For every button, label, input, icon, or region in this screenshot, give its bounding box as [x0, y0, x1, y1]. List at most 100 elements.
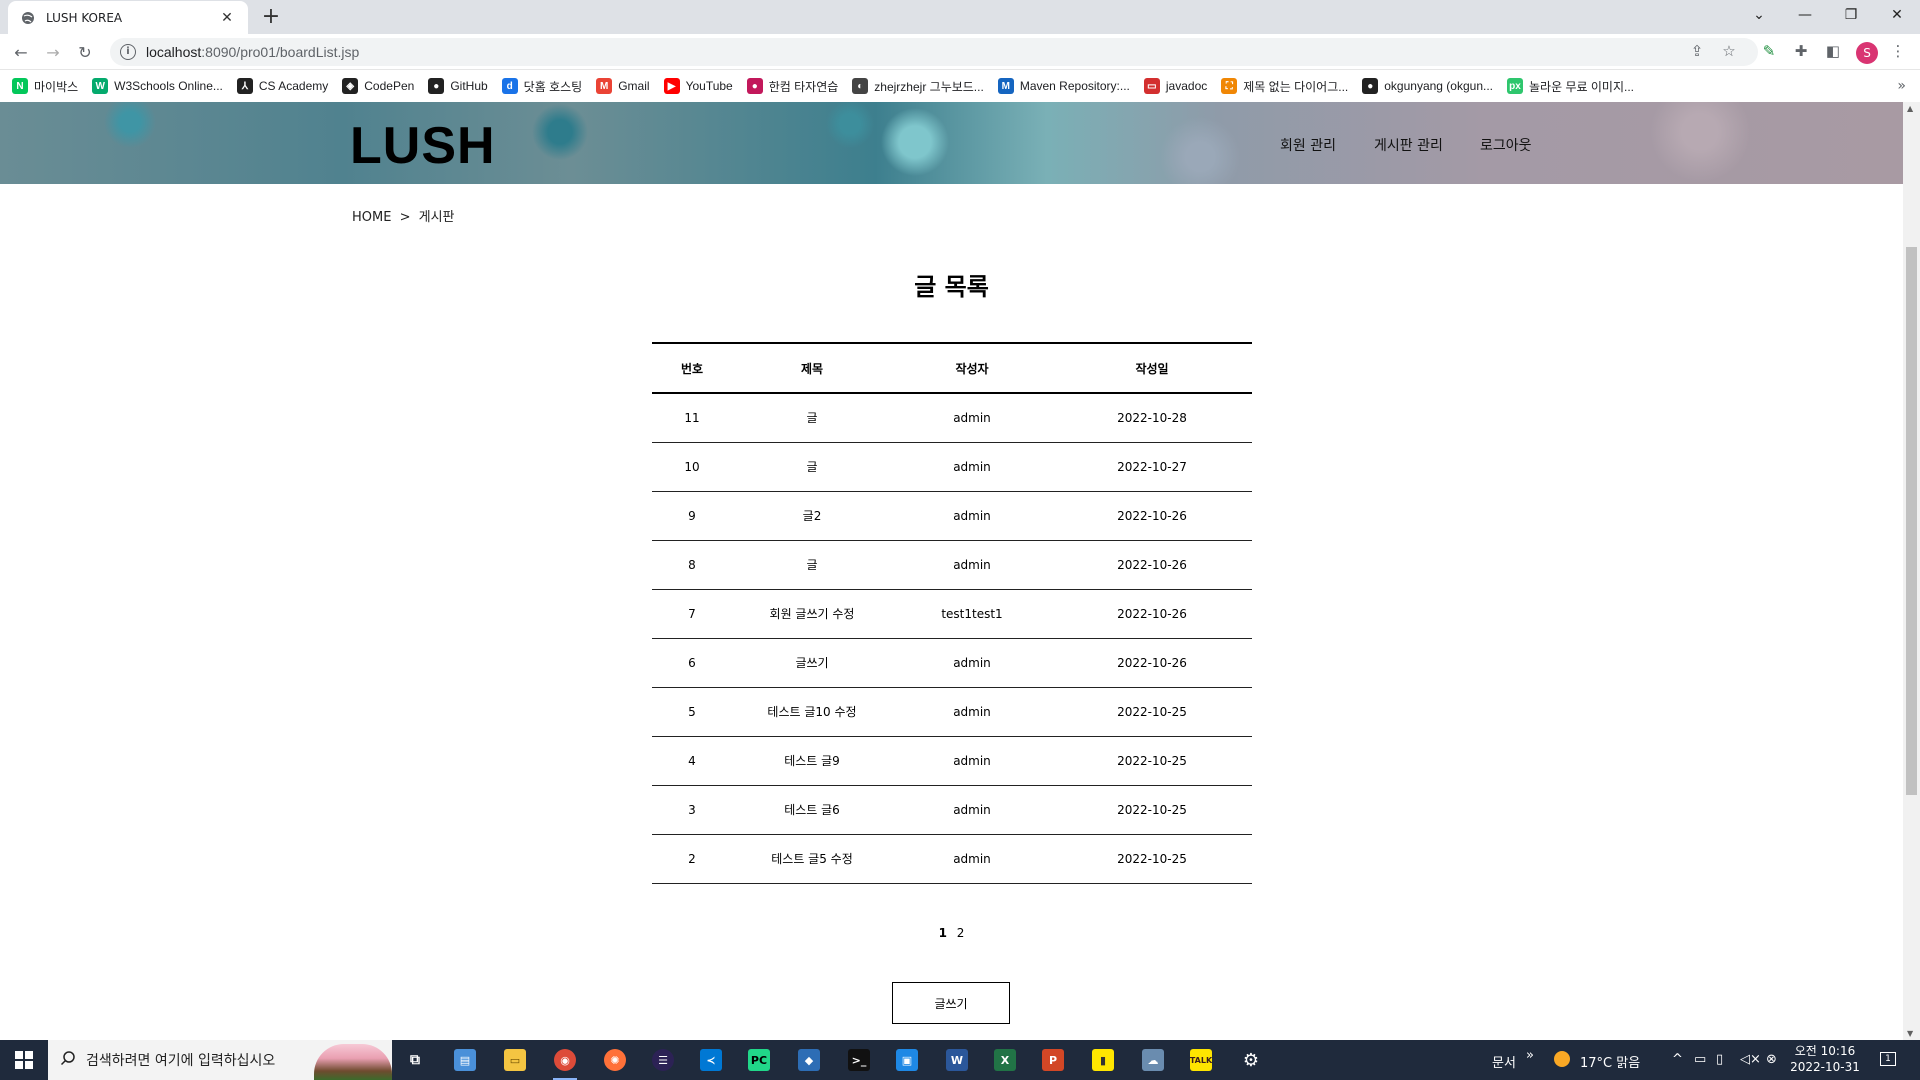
new-tab-button[interactable]: + [258, 5, 284, 29]
post-title[interactable]: 글 [732, 393, 892, 443]
sticky-notes-icon[interactable]: ▮ [1086, 1045, 1120, 1075]
tray-documents[interactable]: 문서 [1492, 1052, 1516, 1071]
url-text[interactable]: localhost:8090/pro01/boardList.jsp [146, 44, 359, 60]
page-link-1[interactable]: 1 [939, 926, 947, 940]
terminal-icon[interactable]: >_ [842, 1045, 876, 1075]
bookmark-item[interactable]: M Maven Repository:... [997, 78, 1130, 94]
post-date: 2022-10-26 [1052, 491, 1252, 541]
site-info-icon[interactable]: i [120, 44, 136, 60]
forward-icon[interactable]: → [40, 39, 66, 65]
bookmark-item[interactable]: px 놀라운 무료 이미지... [1507, 78, 1634, 95]
site-logo[interactable]: LUSH [350, 118, 496, 174]
post-title[interactable]: 글 [732, 540, 892, 590]
app-blue-icon[interactable]: ▣ [890, 1045, 924, 1075]
eclipse-icon[interactable]: ☰ [646, 1045, 680, 1075]
header-date: 작성일 [1052, 342, 1252, 394]
bookmark-item[interactable]: W W3Schools Online... [92, 78, 223, 94]
extension-icon[interactable]: ✎ [1758, 40, 1780, 62]
post-title[interactable]: 회원 글쓰기 수정 [732, 589, 892, 639]
post-title[interactable]: 테스트 글9 [732, 736, 892, 786]
minimize-icon[interactable]: — [1782, 0, 1828, 30]
close-window-icon[interactable]: ✕ [1874, 0, 1920, 30]
nav-board-admin[interactable]: 게시판 관리 [1374, 135, 1443, 155]
table-row[interactable]: 3 테스트 글6 admin 2022-10-25 [652, 785, 1252, 835]
tray-close-circle-icon[interactable]: ⊗ [1766, 1052, 1777, 1067]
menu-kebab-icon[interactable]: ⋮ [1887, 40, 1909, 62]
bookmark-item[interactable]: ● 한컴 타자연습 [746, 78, 838, 95]
settings-gear-icon[interactable]: ⚙ [1234, 1045, 1268, 1075]
post-title[interactable]: 테스트 글5 수정 [732, 834, 892, 884]
tray-overflow-icon[interactable]: ^ [1672, 1052, 1683, 1067]
breadcrumb-home[interactable]: HOME [352, 210, 391, 225]
bookmark-item[interactable]: N 마이박스 [12, 78, 78, 95]
reload-icon[interactable]: ↻ [72, 39, 98, 65]
file-explorer-icon[interactable]: ▭ [498, 1045, 532, 1075]
tab-search-icon[interactable]: ⌄ [1736, 0, 1782, 30]
back-icon[interactable]: ← [8, 39, 34, 65]
scroll-down-icon[interactable]: ▼ [1907, 1029, 1913, 1038]
chrome-icon[interactable]: ◉ [548, 1045, 582, 1080]
side-panel-icon[interactable]: ◧ [1822, 40, 1844, 62]
post-title[interactable]: 글2 [732, 491, 892, 541]
bookmark-item[interactable]: ◈ CodePen [342, 78, 414, 94]
extensions-puzzle-icon[interactable]: ✚ [1790, 40, 1812, 62]
address-bar[interactable]: i localhost:8090/pro01/boardList.jsp [110, 38, 1758, 66]
kakaotalk-icon[interactable]: TALK [1184, 1045, 1218, 1075]
profile-avatar[interactable]: S [1856, 42, 1878, 64]
table-row[interactable]: 5 테스트 글10 수정 admin 2022-10-25 [652, 687, 1252, 737]
table-row[interactable]: 2 테스트 글5 수정 admin 2022-10-25 [652, 834, 1252, 884]
pycharm-icon[interactable]: PC [742, 1045, 776, 1075]
taskbar-clock[interactable]: 오전 10:16 2022-10-31 [1790, 1043, 1860, 1075]
tab-close-icon[interactable]: ✕ [218, 10, 236, 26]
notification-icon[interactable]: 1 [1880, 1050, 1896, 1066]
write-post-button[interactable]: 글쓰기 [892, 982, 1010, 1024]
bookmark-item[interactable]: d 닷홈 호스팅 [501, 78, 582, 95]
restore-icon[interactable]: ❐ [1828, 0, 1874, 30]
post-title[interactable]: 테스트 글10 수정 [732, 687, 892, 737]
bookmark-item[interactable]: M Gmail [596, 78, 650, 94]
table-row[interactable]: 11 글 admin 2022-10-28 [652, 393, 1252, 443]
network-icon[interactable]: ▯ [1716, 1052, 1723, 1067]
windows-start-icon[interactable] [0, 1040, 48, 1080]
sourcetree-icon[interactable]: ◆ [792, 1045, 826, 1075]
powerpoint-icon[interactable]: P [1036, 1045, 1070, 1075]
scrollbar-thumb[interactable] [1906, 247, 1917, 795]
word-icon[interactable]: W [940, 1045, 974, 1075]
bookmark-item[interactable]: ⅄ CS Academy [236, 78, 328, 94]
app-cloud-icon[interactable]: ☁ [1136, 1045, 1170, 1075]
bookmark-item[interactable]: ▭ javadoc [1143, 78, 1207, 94]
app-deco-icon[interactable]: ▤ [448, 1045, 482, 1075]
volume-muted-icon[interactable]: ◁× [1740, 1052, 1761, 1067]
weather-text[interactable]: 17°C 맑음 [1580, 1052, 1640, 1071]
vscode-icon[interactable]: ≺ [694, 1045, 728, 1075]
task-view-icon[interactable]: ⧉ [398, 1045, 432, 1075]
bookmark-item[interactable]: ● okgunyang (okgun... [1362, 78, 1493, 94]
tray-chevron-icon[interactable]: » [1526, 1048, 1534, 1063]
post-title[interactable]: 테스트 글6 [732, 785, 892, 835]
scroll-up-icon[interactable]: ▲ [1907, 104, 1913, 113]
bookmark-item[interactable]: ◐ zhejrzhejr 그누보드... [852, 78, 984, 95]
bookmark-item[interactable]: ⛶ 제목 없는 다이어그... [1221, 78, 1348, 95]
bookmarks-overflow-icon[interactable]: » [1897, 78, 1906, 94]
nav-member-admin[interactable]: 회원 관리 [1280, 135, 1336, 155]
post-title[interactable]: 글쓰기 [732, 638, 892, 688]
page-link-2[interactable]: 2 [957, 926, 965, 940]
taskbar-search-box[interactable]: 검색하려면 여기에 입력하십시오 [48, 1040, 392, 1080]
table-row[interactable]: 8 글 admin 2022-10-26 [652, 540, 1252, 590]
bookmark-star-icon[interactable]: ☆ [1718, 40, 1740, 62]
browser-tab[interactable]: LUSH KOREA ✕ [8, 1, 248, 34]
nav-logout[interactable]: 로그아웃 [1480, 135, 1532, 155]
page-scrollbar[interactable]: ▲ ▼ [1903, 102, 1920, 1040]
share-icon[interactable]: ⇪ [1686, 40, 1708, 62]
bookmark-item[interactable]: ▶ YouTube [663, 78, 733, 94]
table-row[interactable]: 9 글2 admin 2022-10-26 [652, 491, 1252, 541]
firefox-icon[interactable]: ✺ [598, 1045, 632, 1075]
post-title[interactable]: 글 [732, 442, 892, 492]
bookmark-item[interactable]: ● GitHub [428, 78, 488, 94]
tray-meet-icon[interactable]: ▭ [1694, 1052, 1706, 1067]
table-row[interactable]: 6 글쓰기 admin 2022-10-26 [652, 638, 1252, 688]
table-row[interactable]: 4 테스트 글9 admin 2022-10-25 [652, 736, 1252, 786]
table-row[interactable]: 10 글 admin 2022-10-27 [652, 442, 1252, 492]
excel-icon[interactable]: X [988, 1045, 1022, 1075]
table-row[interactable]: 7 회원 글쓰기 수정 test1test1 2022-10-26 [652, 589, 1252, 639]
